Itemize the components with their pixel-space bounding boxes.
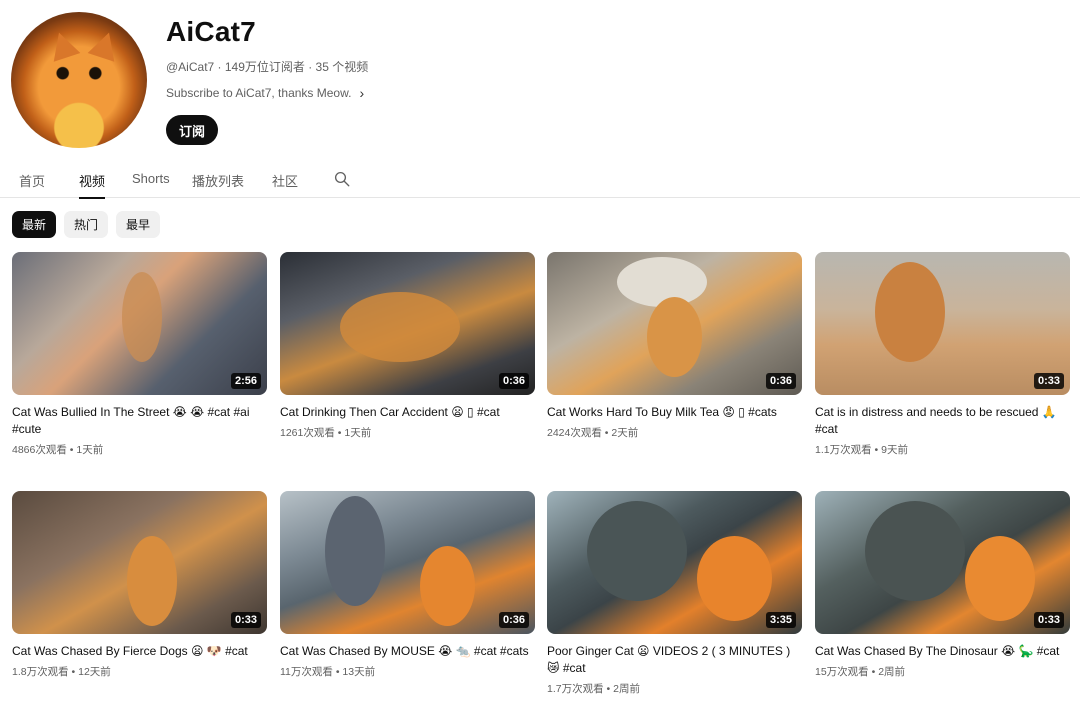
video-thumbnail[interactable]: 2:56 <box>12 252 267 395</box>
video-duration: 3:35 <box>765 612 796 628</box>
video-card[interactable]: 0:33 Cat is in distress and needs to be … <box>815 252 1070 457</box>
thumbnail-figure <box>325 496 385 606</box>
video-title[interactable]: Cat Was Chased By MOUSE 😭 🐀 #cat #cats <box>280 643 530 660</box>
thumbnail-figure <box>127 536 177 626</box>
thumbnail-figure <box>875 262 945 362</box>
video-title[interactable]: Cat Was Chased By The Dinosaur 😭 🦕 #cat <box>815 643 1065 660</box>
video-thumbnail[interactable]: 0:36 <box>280 252 535 395</box>
avatar-ear-left <box>45 28 81 62</box>
channel-avatar[interactable] <box>11 12 147 148</box>
chip-popular[interactable]: 热门 <box>64 211 109 238</box>
video-stats: 1261次观看 • 1天前 <box>280 425 535 440</box>
video-age: 2周前 <box>878 666 906 678</box>
chip-latest[interactable]: 最新 <box>12 211 57 238</box>
tab-videos[interactable]: 视频 <box>79 160 106 199</box>
video-title[interactable]: Cat Works Hard To Buy Milk Tea 😡 ▯ #cats <box>547 404 797 421</box>
video-thumbnail[interactable]: 0:36 <box>280 491 535 634</box>
video-age: 1天前 <box>344 427 372 439</box>
video-thumbnail[interactable]: 0:33 <box>815 491 1070 634</box>
video-thumbnail[interactable]: 0:33 <box>12 491 267 634</box>
video-age: 2天前 <box>611 427 639 439</box>
video-age: 9天前 <box>881 444 908 456</box>
video-card[interactable]: 0:36 Cat Was Chased By MOUSE 😭 🐀 #cat #c… <box>280 491 535 679</box>
channel-tabs: 首页 视频 Shorts 播放列表 社区 <box>0 160 1080 199</box>
sort-chips: 最新 热门 最早 <box>12 211 161 238</box>
video-duration: 0:36 <box>765 373 796 389</box>
video-duration: 0:33 <box>1033 373 1064 389</box>
video-stats: 1.7万次观看 • 2周前 <box>547 681 802 696</box>
channel-name: AiCat7 <box>166 16 256 47</box>
video-thumbnail[interactable]: 0:36 <box>547 252 802 395</box>
video-stats: 1.8万次观看 • 12天前 <box>12 664 267 679</box>
video-card[interactable]: 0:33 Cat Was Chased By Fierce Dogs 😦 🐶 #… <box>12 491 267 679</box>
thumbnail-figure <box>587 501 687 601</box>
video-title[interactable]: Cat Was Bullied In The Street 😭 😭 #cat #… <box>12 404 262 438</box>
video-duration: 0:33 <box>230 612 261 628</box>
video-views: 11万次观看 <box>280 666 333 678</box>
video-thumbnail[interactable]: 0:33 <box>815 252 1070 395</box>
video-views: 1.1万次观看 <box>815 444 872 456</box>
avatar-ear-right <box>87 28 123 62</box>
tab-shorts[interactable]: Shorts <box>132 160 170 198</box>
video-card[interactable]: 0:36 Cat Drinking Then Car Accident 😦 ▯ … <box>280 252 535 440</box>
channel-description[interactable]: Subscribe to AiCat7, thanks Meow. › <box>166 85 364 101</box>
video-duration: 0:36 <box>498 612 529 628</box>
video-stats: 4866次观看 • 1天前 <box>12 442 267 457</box>
video-title[interactable]: Cat Was Chased By Fierce Dogs 😦 🐶 #cat <box>12 643 262 660</box>
video-title[interactable]: Cat is in distress and needs to be rescu… <box>815 404 1065 438</box>
stats-separator: • <box>603 683 614 695</box>
thumbnail-figure <box>647 297 702 377</box>
video-stats: 15万次观看 • 2周前 <box>815 664 1070 679</box>
video-card[interactable]: 3:35 Poor Ginger Cat 😦 VIDEOS 2 ( 3 MINU… <box>547 491 802 696</box>
video-duration: 2:56 <box>230 373 261 389</box>
video-card[interactable]: 0:36 Cat Works Hard To Buy Milk Tea 😡 ▯ … <box>547 252 802 440</box>
video-views: 2424次观看 <box>547 427 602 439</box>
video-age: 12天前 <box>78 666 111 678</box>
chevron-right-icon: › <box>359 85 365 101</box>
stats-separator: • <box>868 666 879 678</box>
stats-separator: • <box>601 427 612 439</box>
stats-separator: • <box>871 444 882 456</box>
video-thumbnail[interactable]: 3:35 <box>547 491 802 634</box>
subscribe-button[interactable]: 订阅 <box>166 115 219 145</box>
thumbnail-figure <box>865 501 965 601</box>
video-card[interactable]: 0:33 Cat Was Chased By The Dinosaur 😭 🦕 … <box>815 491 1070 679</box>
tab-playlists[interactable]: 播放列表 <box>192 160 244 198</box>
video-age: 1天前 <box>76 444 104 456</box>
video-views: 1.7万次观看 <box>547 683 604 695</box>
stats-separator: • <box>68 666 79 678</box>
video-duration: 0:36 <box>498 373 529 389</box>
tab-community[interactable]: 社区 <box>272 160 298 198</box>
video-duration: 0:33 <box>1033 612 1064 628</box>
video-age: 13天前 <box>342 666 376 678</box>
stats-separator: • <box>334 427 345 439</box>
thumbnail-figure <box>965 536 1035 621</box>
video-views: 4866次观看 <box>12 444 67 456</box>
thumbnail-figure <box>420 546 475 626</box>
video-card[interactable]: 2:56 Cat Was Bullied In The Street 😭 😭 #… <box>12 252 267 457</box>
thumbnail-figure <box>340 292 460 362</box>
thumbnail-figure <box>617 257 707 307</box>
chip-oldest[interactable]: 最早 <box>116 211 161 238</box>
search-icon[interactable] <box>333 170 351 188</box>
thumbnail-figure <box>697 536 772 621</box>
video-views: 15万次观看 <box>815 666 869 678</box>
video-views: 1.8万次观看 <box>12 666 69 678</box>
stats-separator: • <box>66 444 77 456</box>
video-stats: 11万次观看 • 13天前 <box>280 664 535 679</box>
thumbnail-figure <box>122 272 162 362</box>
channel-meta: @AiCat7 · 149万位订阅者 · 35 个视频 <box>166 60 369 74</box>
tab-home[interactable]: 首页 <box>19 160 45 198</box>
video-views: 1261次观看 <box>280 427 335 439</box>
video-title[interactable]: Cat Drinking Then Car Accident 😦 ▯ #cat <box>280 404 530 421</box>
channel-description-text: Subscribe to AiCat7, thanks Meow. <box>166 86 352 100</box>
video-stats: 1.1万次观看 • 9天前 <box>815 442 1070 457</box>
stats-separator: • <box>332 666 343 678</box>
video-stats: 2424次观看 • 2天前 <box>547 425 802 440</box>
video-title[interactable]: Poor Ginger Cat 😦 VIDEOS 2 ( 3 MINUTES )… <box>547 643 797 677</box>
video-age: 2周前 <box>613 683 640 695</box>
